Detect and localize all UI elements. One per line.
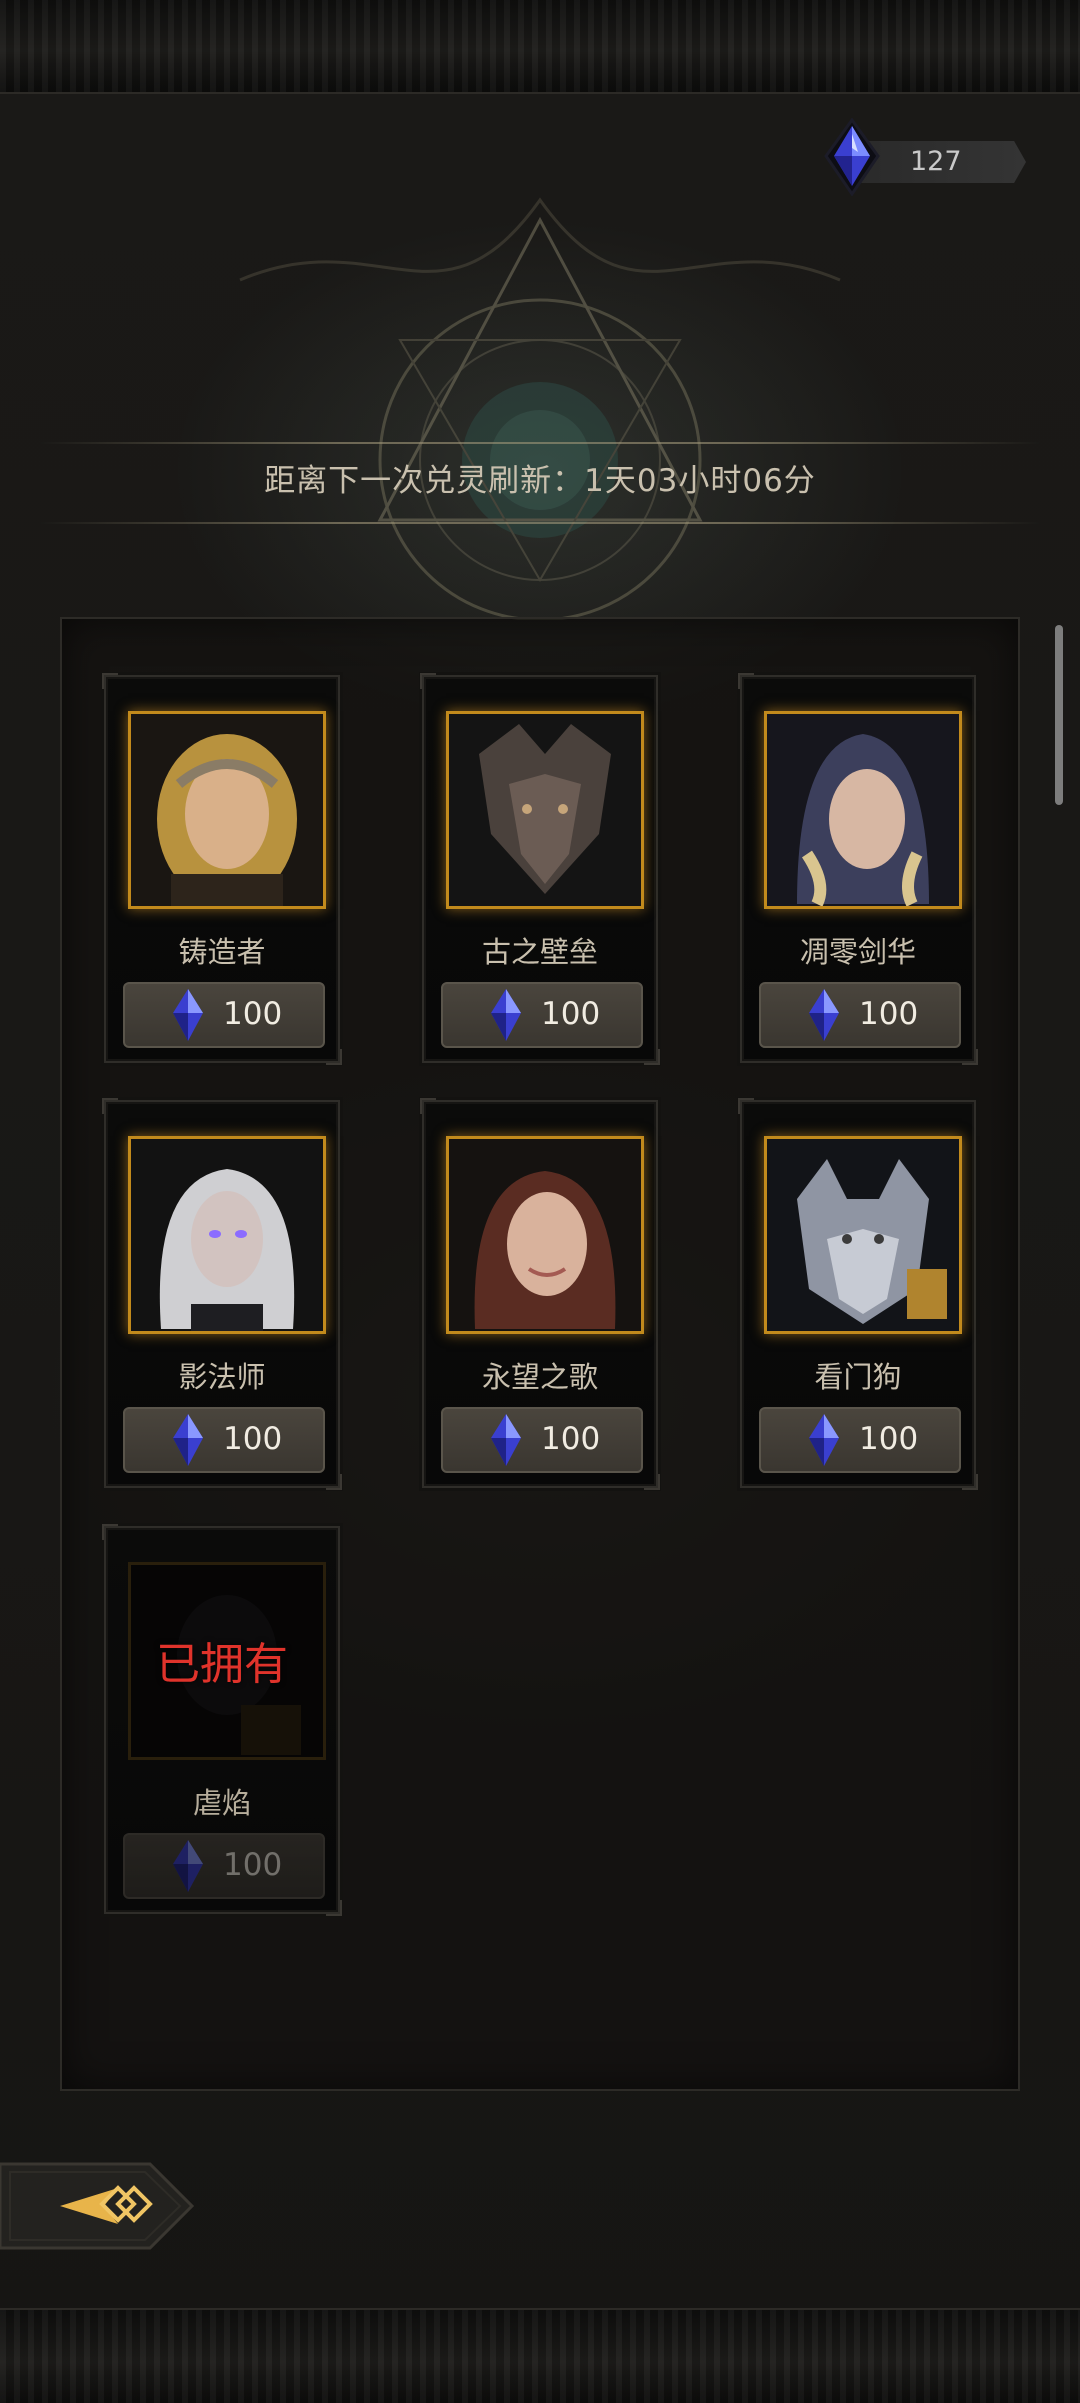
hero-card-owned[interactable]: 已拥有 虐焰 100 <box>102 1524 342 1916</box>
hero-portrait <box>764 711 962 909</box>
crystal-icon <box>809 989 839 1041</box>
hero-portrait <box>764 1136 962 1334</box>
hero-card[interactable]: 铸造者 100 <box>102 673 342 1065</box>
hero-portrait-art <box>767 714 959 906</box>
emblem-decoration <box>239 197 841 620</box>
hero-card[interactable]: 看门狗 100 <box>738 1098 978 1490</box>
hero-name: 铸造者 <box>178 935 266 969</box>
refresh-divider-top <box>40 442 1040 444</box>
refresh-countdown: 距离下一次兑灵刷新：1天03小时06分 <box>264 463 816 499</box>
hero-portrait <box>128 711 326 909</box>
price-value: 100 <box>541 1421 601 1457</box>
hero-portrait <box>128 1136 326 1334</box>
bottom-ornament-band <box>0 2308 1080 2403</box>
crystal-icon <box>491 1414 521 1466</box>
price-button[interactable]: 100 <box>441 982 643 1048</box>
price-button[interactable]: 100 <box>759 1407 961 1473</box>
price-value: 100 <box>859 1421 919 1457</box>
crystal-icon <box>809 1414 839 1466</box>
crystal-icon <box>491 989 521 1041</box>
hero-portrait-art <box>449 714 641 906</box>
hero-portrait-art <box>449 1139 641 1331</box>
hero-name: 影法师 <box>178 1360 266 1394</box>
hero-portrait <box>446 1136 644 1334</box>
hero-name: 看门狗 <box>814 1360 902 1394</box>
owned-label: 已拥有 <box>156 1639 288 1690</box>
hero-card[interactable]: 永望之歌 100 <box>420 1098 660 1490</box>
refresh-divider-bottom <box>40 522 1040 524</box>
crystal-icon <box>173 989 203 1041</box>
hero-name: 虐焰 <box>192 1786 251 1820</box>
price-button[interactable]: 100 <box>123 982 325 1048</box>
hero-portrait-art <box>131 1139 323 1331</box>
currency-amount: 127 <box>910 146 962 177</box>
back-button[interactable] <box>0 2158 196 2254</box>
hero-portrait <box>446 711 644 909</box>
panel-scrollbar[interactable] <box>1055 625 1063 805</box>
price-button[interactable]: 100 <box>123 1407 325 1473</box>
price-value: 100 <box>541 996 601 1032</box>
top-ornament-band <box>0 0 1080 94</box>
price-button[interactable]: 100 <box>759 982 961 1048</box>
crystal-icon <box>173 1840 203 1892</box>
price-button: 100 <box>123 1833 325 1899</box>
hero-name: 永望之歌 <box>481 1360 598 1394</box>
price-value: 100 <box>223 1421 283 1457</box>
hero-name: 古之壁垒 <box>481 935 598 969</box>
price-value: 100 <box>859 996 919 1032</box>
price-button[interactable]: 100 <box>441 1407 643 1473</box>
hero-card[interactable]: 凋零剑华 100 <box>738 673 978 1065</box>
hero-portrait-art <box>131 714 323 906</box>
crystal-icon <box>173 1414 203 1466</box>
price-value: 100 <box>223 996 283 1032</box>
spirit-exchange-screen: 127 距离下一次兑灵刷新：1天03小时06分 铸造者 100 古之壁垒 100… <box>0 0 1080 2403</box>
hero-card[interactable]: 影法师 100 <box>102 1098 342 1490</box>
price-value: 100 <box>223 1847 283 1883</box>
hero-card[interactable]: 古之壁垒 100 <box>420 673 660 1065</box>
hero-portrait-art <box>767 1139 959 1331</box>
hero-name: 凋零剑华 <box>799 935 916 969</box>
